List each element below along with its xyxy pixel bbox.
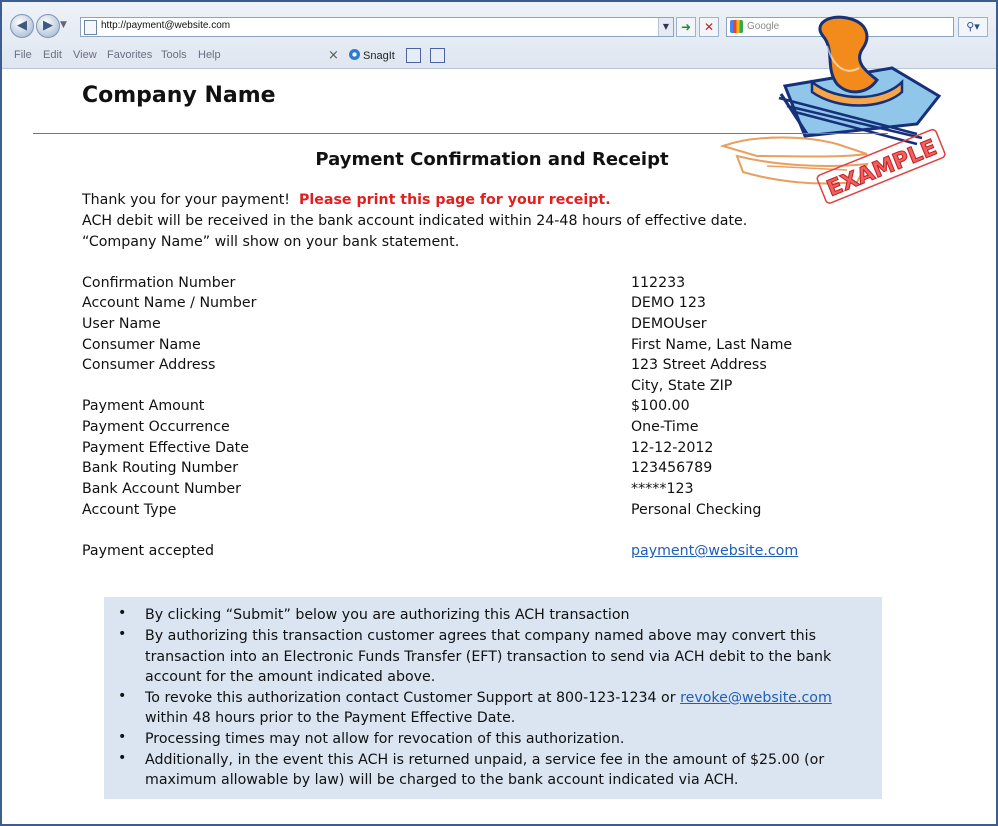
- detail-value: One-Time: [631, 419, 699, 435]
- notice-item-4: Processing times may not allow for revoc…: [145, 731, 625, 747]
- thanks-text: Thank you for your payment!: [82, 192, 290, 208]
- address-url[interactable]: http://payment@website.com: [101, 20, 230, 31]
- menu-help[interactable]: Help: [198, 49, 221, 61]
- ach-info-line: ACH debit will be received in the bank a…: [82, 213, 748, 229]
- payment-email-link[interactable]: payment@website.com: [631, 543, 798, 559]
- detail-label: Bank Routing Number: [82, 460, 239, 476]
- detail-label: User Name: [82, 316, 161, 332]
- address-dropdown-icon[interactable]: ▼: [658, 18, 673, 36]
- bullet: •: [118, 605, 127, 621]
- notice-item-2-line-3: account for the amount indicated above.: [145, 669, 436, 685]
- detail-value: DEMO 123: [631, 295, 706, 311]
- detail-value: *****123: [631, 481, 694, 497]
- capture-window-icon[interactable]: [406, 48, 421, 63]
- detail-label: Bank Account Number: [82, 481, 241, 497]
- menu-file[interactable]: File: [14, 49, 32, 61]
- snagit-button[interactable]: SnagIt: [349, 49, 395, 62]
- statement-info-line: “Company Name” will show on your bank st…: [82, 234, 460, 250]
- notice-item-2-line-1: By authorizing this transaction customer…: [145, 628, 816, 644]
- toolbar-close-icon[interactable]: ×: [328, 48, 339, 63]
- bullet: •: [118, 688, 127, 704]
- authorization-notice: • By clicking “Submit” below you are aut…: [104, 597, 882, 799]
- menu-edit[interactable]: Edit: [43, 49, 62, 61]
- bullet: •: [118, 750, 127, 766]
- address-bar[interactable]: http://payment@website.com ▼: [80, 17, 674, 37]
- menu-view[interactable]: View: [73, 49, 97, 61]
- detail-value: 123 Street Address: [631, 357, 767, 373]
- notice-item-5-line-2: maximum allowable by law) will be charge…: [145, 772, 739, 788]
- detail-label: Consumer Address: [82, 357, 216, 373]
- detail-label: Account Name / Number: [82, 295, 257, 311]
- revoke-email-link[interactable]: revoke@website.com: [680, 690, 832, 706]
- notice-item-3-line-1: To revoke this authorization contact Cus…: [145, 688, 832, 709]
- bullet: •: [118, 626, 127, 642]
- detail-value: 123456789: [631, 460, 713, 476]
- page-icon: [84, 20, 97, 35]
- example-stamp-illustration: EXAMPLE: [719, 15, 946, 204]
- back-button[interactable]: ◀: [10, 14, 34, 38]
- capture-edit-icon[interactable]: [430, 48, 445, 63]
- notice-item-1: By clicking “Submit” below you are autho…: [145, 607, 630, 623]
- page-title: Payment Confirmation and Receipt: [315, 149, 669, 170]
- menu-tools[interactable]: Tools: [161, 49, 187, 61]
- notice-item-3-line-2: within 48 hours prior to the Payment Eff…: [145, 710, 516, 726]
- snagit-icon: [349, 49, 360, 60]
- bullet: •: [118, 729, 127, 745]
- stop-button[interactable]: ✕: [699, 17, 719, 37]
- detail-value: 112233: [631, 275, 686, 291]
- payment-accepted-label: Payment accepted: [82, 543, 214, 559]
- detail-value: First Name, Last Name: [631, 337, 793, 353]
- detail-value: 12-12-2012: [631, 440, 714, 456]
- notice-item-2-line-2: transaction into an Electronic Funds Tra…: [145, 649, 832, 665]
- detail-label: Payment Effective Date: [82, 440, 249, 456]
- detail-value: Personal Checking: [631, 502, 762, 518]
- go-button[interactable]: ➜: [676, 17, 696, 37]
- detail-value: DEMOUser: [631, 316, 707, 332]
- notice-item-3-text: To revoke this authorization contact Cus…: [145, 690, 676, 706]
- detail-label: Account Type: [82, 502, 177, 518]
- company-name-heading: Company Name: [82, 83, 276, 108]
- forward-button[interactable]: ▶: [36, 14, 60, 38]
- notice-item-5-line-1: Additionally, in the event this ACH is r…: [145, 752, 825, 768]
- detail-label: Payment Amount: [82, 398, 205, 414]
- header-divider: [33, 133, 888, 134]
- menu-favorites[interactable]: Favorites: [107, 49, 152, 61]
- detail-label: Consumer Name: [82, 337, 201, 353]
- browser-window: ◀ ▶ ▼ http://payment@website.com ▼ ➜ ✕ G…: [0, 0, 998, 826]
- print-notice: Please print this page for your receipt.: [299, 192, 611, 208]
- detail-label: Confirmation Number: [82, 275, 236, 291]
- detail-label: Payment Occurrence: [82, 419, 230, 435]
- detail-value: $100.00: [631, 398, 690, 414]
- thanks-line: Thank you for your payment! Please print…: [82, 192, 611, 208]
- snagit-label: SnagIt: [363, 50, 395, 62]
- detail-value: City, State ZIP: [631, 378, 733, 394]
- history-dropdown-icon[interactable]: ▼: [60, 20, 67, 30]
